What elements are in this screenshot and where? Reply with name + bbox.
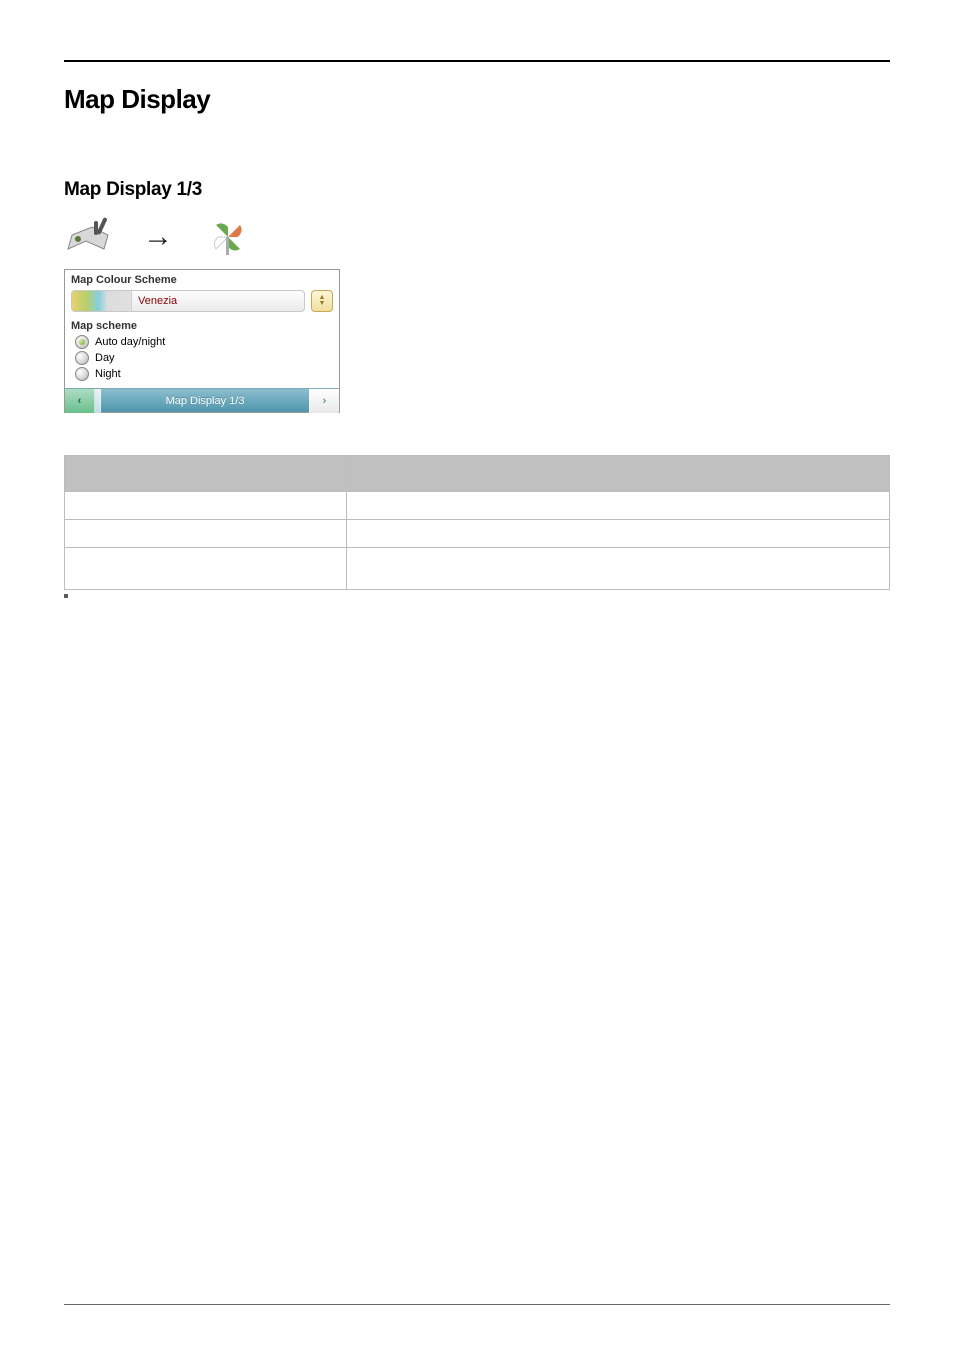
bottom-rule bbox=[64, 1304, 890, 1305]
radio-dot-icon bbox=[75, 335, 89, 349]
arrow-right-icon: → bbox=[134, 215, 182, 259]
table-cell bbox=[347, 520, 890, 548]
next-page-button[interactable]: › bbox=[309, 389, 339, 413]
device-body: Map scheme Auto day/night Day Night bbox=[65, 316, 339, 388]
scheme-selector-row: Venezia ▲ ▼ bbox=[65, 290, 339, 316]
tools-map-icon bbox=[64, 215, 112, 259]
table-header-row bbox=[65, 456, 890, 492]
radio-night[interactable]: Night bbox=[71, 366, 333, 382]
prev-page-button[interactable]: ‹ bbox=[65, 389, 95, 413]
breadcrumb-icons: → bbox=[64, 213, 890, 261]
device-header: Map Colour Scheme bbox=[65, 270, 339, 290]
scheme-selector[interactable]: Venezia bbox=[71, 290, 305, 312]
table-row bbox=[65, 520, 890, 548]
chevron-right-icon: › bbox=[323, 395, 327, 407]
table-row bbox=[65, 548, 890, 590]
table-cell bbox=[347, 548, 890, 590]
radio-day[interactable]: Day bbox=[71, 350, 333, 366]
chevron-left-icon: ‹ bbox=[78, 395, 82, 407]
heading-sub: Map Display 1/3 bbox=[64, 179, 890, 201]
table-cell bbox=[347, 492, 890, 520]
pinwheel-icon bbox=[204, 215, 252, 259]
radio-dot-icon bbox=[75, 367, 89, 381]
scheme-stepper[interactable]: ▲ ▼ bbox=[311, 290, 333, 312]
device-screenshot: Map Colour Scheme Venezia ▲ ▼ Map scheme… bbox=[64, 269, 340, 413]
scheme-thumbnail bbox=[72, 291, 132, 311]
map-scheme-label: Map scheme bbox=[71, 320, 333, 332]
table-cell bbox=[65, 548, 347, 590]
radio-dot-icon bbox=[75, 351, 89, 365]
document-page: Map Display Map Display 1/3 → Map bbox=[0, 0, 954, 1355]
table-cell bbox=[65, 520, 347, 548]
radio-auto-day-night[interactable]: Auto day/night bbox=[71, 334, 333, 350]
radio-label: Auto day/night bbox=[95, 336, 165, 348]
device-footer: ‹ Map Display 1/3 › bbox=[65, 388, 339, 412]
settings-table bbox=[64, 455, 890, 590]
footer-title: Map Display 1/3 bbox=[101, 395, 309, 407]
chevron-down-icon: ▼ bbox=[319, 301, 326, 307]
table-header-cell bbox=[347, 456, 890, 492]
table-cell bbox=[65, 492, 347, 520]
table-row bbox=[65, 492, 890, 520]
scheme-name: Venezia bbox=[132, 295, 304, 307]
table-header-cell bbox=[65, 456, 347, 492]
top-rule bbox=[64, 60, 890, 62]
heading-main: Map Display bbox=[64, 84, 890, 115]
radio-label: Night bbox=[95, 368, 121, 380]
bullet-mark bbox=[64, 594, 68, 598]
radio-label: Day bbox=[95, 352, 115, 364]
